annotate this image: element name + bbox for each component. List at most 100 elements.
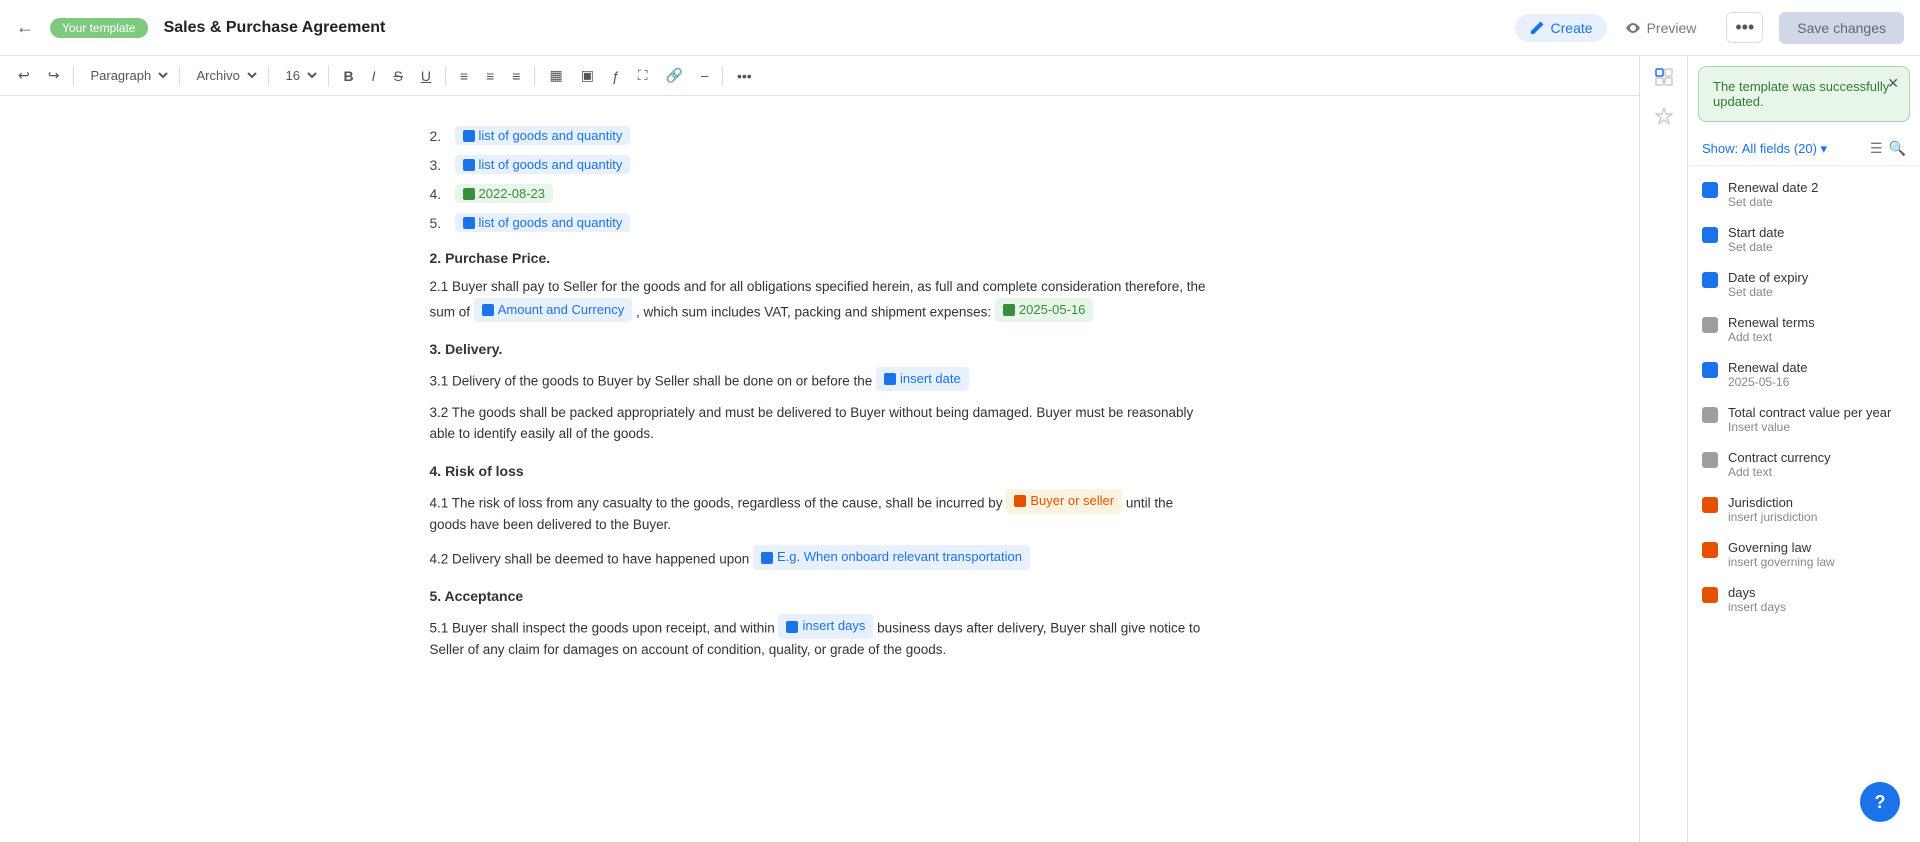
fields-show-label: Show: All fields (20) ▾ [1702, 141, 1827, 157]
more-options-button[interactable]: ••• [1726, 12, 1763, 43]
field-value: insert governing law [1728, 555, 1835, 569]
field-item-renewal-date-2[interactable]: Renewal date 2 Set date [1688, 172, 1920, 217]
all-fields-dropdown[interactable]: All fields (20) ▾ [1742, 141, 1827, 156]
field-name: Renewal date [1728, 360, 1808, 375]
toast-close-button[interactable]: ✕ [1887, 75, 1899, 92]
right-panel: The template was successfully updated. ✕… [1640, 56, 1920, 842]
tab-preview[interactable]: Preview [1611, 14, 1711, 42]
field-tag-list-goods-5[interactable]: list of goods and quantity [455, 213, 631, 232]
field-name: Start date [1728, 225, 1784, 240]
para-2-1: 2.1 Buyer shall pay to Seller for the go… [430, 276, 1210, 323]
tab-create[interactable]: Create [1515, 14, 1607, 42]
pencil-icon [1529, 20, 1545, 36]
table-button[interactable]: ▦ [543, 64, 568, 87]
toast-text: The template was successfully updated. [1713, 79, 1895, 109]
field-item-renewal-terms[interactable]: Renewal terms Add text [1688, 307, 1920, 352]
list-item: 3. list of goods and quantity [430, 155, 1210, 174]
editor-toolbar: ↩ ↪ Paragraph Heading 1 Heading 2 Archiv… [0, 56, 1639, 96]
toolbar-sep-3 [268, 66, 269, 86]
field-icon [786, 621, 798, 633]
field-item-icon [1702, 362, 1718, 378]
para-3-1: 3.1 Delivery of the goods to Buyer by Se… [430, 367, 1210, 392]
fields-search-button[interactable]: 🔍 [1889, 140, 1906, 157]
field-name: Governing law [1728, 540, 1835, 555]
field-value: Insert value [1728, 420, 1891, 434]
divider-button[interactable]: ⎯ [695, 64, 714, 87]
insert-days-text: insert days [802, 616, 865, 637]
font-select[interactable]: Archivo Arial [188, 65, 260, 86]
field-icon-blue [463, 217, 475, 229]
para-4-2: 4.2 Delivery shall be deemed to have hap… [430, 545, 1210, 570]
field-item-contract-currency[interactable]: Contract currency Add text [1688, 442, 1920, 487]
field-icon-blue [463, 159, 475, 171]
para-5-1: 5.1 Buyer shall inspect the goods upon r… [430, 614, 1210, 661]
field-item-total-contract-value[interactable]: Total contract value per year Insert val… [1688, 397, 1920, 442]
field-value: Add text [1728, 330, 1815, 344]
list-item: 5. list of goods and quantity [430, 213, 1210, 232]
field-tag-list-goods-3[interactable]: list of goods and quantity [455, 155, 631, 174]
amount-currency-text: Amount and Currency [498, 300, 624, 321]
success-toast: The template was successfully updated. ✕ [1698, 66, 1910, 122]
bold-button[interactable]: B [337, 65, 359, 87]
field-item-start-date[interactable]: Start date Set date [1688, 217, 1920, 262]
field-tag-amount-currency[interactable]: Amount and Currency [474, 298, 632, 323]
field-item-days[interactable]: days insert days [1688, 577, 1920, 622]
fields-filter-button[interactable]: ☰ [1870, 140, 1883, 157]
doc-title: Sales & Purchase Agreement [164, 19, 386, 37]
italic-button[interactable]: I [366, 65, 382, 87]
fields-header: Show: All fields (20) ▾ ☰ 🔍 [1688, 132, 1920, 166]
field-tag-insert-days[interactable]: insert days [778, 614, 873, 639]
field-item-icon [1702, 542, 1718, 558]
field-icon-orange [1014, 495, 1026, 507]
field-item-date-of-expiry[interactable]: Date of expiry Set date [1688, 262, 1920, 307]
strikethrough-button[interactable]: S [387, 65, 408, 87]
editor-container: ↩ ↪ Paragraph Heading 1 Heading 2 Archiv… [0, 56, 1640, 842]
field-tag-buyer-seller[interactable]: Buyer or seller [1006, 489, 1122, 514]
field-item-jurisdiction[interactable]: Jurisdiction insert jurisdiction [1688, 487, 1920, 532]
tab-group: Create Preview [1515, 14, 1711, 42]
checkbox-button[interactable]: ▣ [575, 64, 600, 87]
editor-content: 2. list of goods and quantity 3. list of… [370, 96, 1270, 842]
help-button[interactable]: ? [1860, 782, 1900, 822]
fields-list: Renewal date 2 Set date Start date Set d… [1688, 166, 1920, 842]
toolbar-sep-4 [328, 66, 329, 86]
redo-button[interactable]: ↪ [42, 64, 66, 87]
font-size-select[interactable]: 16 14 18 [277, 65, 320, 86]
field-item-renewal-date[interactable]: Renewal date 2025-05-16 [1688, 352, 1920, 397]
paragraph-select[interactable]: Paragraph Heading 1 Heading 2 [82, 65, 171, 86]
field-item-icon [1702, 227, 1718, 243]
list-ol-button[interactable]: ≡ [506, 65, 526, 87]
toolbar-sep-1 [73, 66, 74, 86]
field-tag-onboard[interactable]: E.g. When onboard relevant transportatio… [753, 545, 1030, 570]
toolbar-sep-2 [179, 66, 180, 86]
field-tag-list-goods-2[interactable]: list of goods and quantity [455, 126, 631, 145]
save-changes-button[interactable]: Save changes [1779, 12, 1904, 44]
formula-button[interactable]: ƒ [606, 65, 626, 87]
insert-date-text: insert date [900, 369, 961, 390]
undo-button[interactable]: ↩ [12, 64, 36, 87]
list-item: 2. list of goods and quantity [430, 126, 1210, 145]
list-ul-button[interactable]: ≡ [480, 65, 500, 87]
date-2025-text: 2025-05-16 [1019, 300, 1086, 321]
tab-create-label: Create [1551, 20, 1593, 36]
field-item-icon [1702, 497, 1718, 513]
panel-magic-icon[interactable] [1655, 107, 1673, 130]
field-item-governing-law[interactable]: Governing law insert governing law [1688, 532, 1920, 577]
field-tag-date-2025[interactable]: 2025-05-16 [995, 298, 1094, 323]
field-item-icon [1702, 182, 1718, 198]
field-item-icon [1702, 317, 1718, 333]
panel-fields-icon[interactable] [1655, 68, 1673, 91]
field-tag-date-4[interactable]: 2022-08-23 [455, 184, 554, 203]
field-item-icon [1702, 407, 1718, 423]
field-value: Set date [1728, 285, 1808, 299]
back-button[interactable]: ← [16, 17, 34, 38]
field-tag-insert-date[interactable]: insert date [876, 367, 969, 392]
more-toolbar-button[interactable]: ••• [731, 65, 758, 87]
section-4-heading: 4. Risk of loss [430, 463, 1210, 479]
main-area: ↩ ↪ Paragraph Heading 1 Heading 2 Archiv… [0, 56, 1920, 842]
field-icon [482, 304, 494, 316]
image-button[interactable]: ⛶ [632, 64, 654, 87]
align-button[interactable]: ≡ [454, 65, 474, 87]
link-button[interactable]: 🔗 [660, 64, 689, 87]
underline-button[interactable]: U [415, 65, 437, 87]
